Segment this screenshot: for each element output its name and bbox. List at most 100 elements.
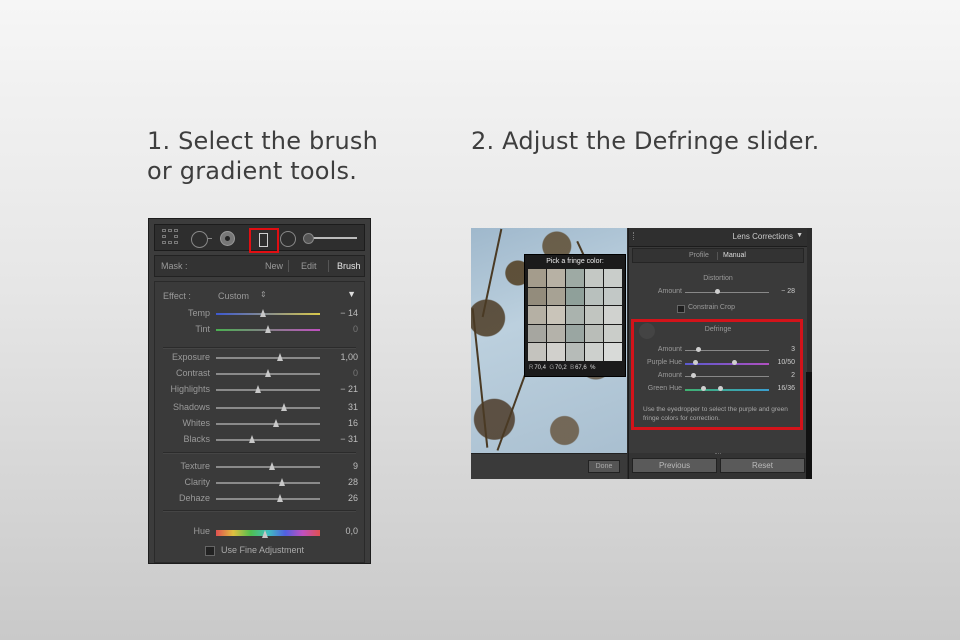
slider-track[interactable]: [216, 389, 320, 391]
slider-track[interactable]: [216, 530, 320, 536]
mask-new-button[interactable]: New: [265, 261, 283, 271]
slider-temp[interactable]: Temp − 14: [155, 308, 364, 320]
slider-track[interactable]: [216, 482, 320, 484]
color-swatch[interactable]: [566, 269, 584, 287]
slider-texture[interactable]: Texture 9: [155, 461, 364, 473]
defringe-amount-slider[interactable]: Amount 3: [629, 346, 807, 356]
color-swatch[interactable]: [547, 324, 565, 343]
color-swatch[interactable]: [547, 343, 565, 361]
previous-button[interactable]: Previous: [632, 458, 717, 473]
slider-knob[interactable]: [714, 289, 720, 294]
slider-value[interactable]: 3: [791, 346, 795, 353]
color-swatch[interactable]: [566, 287, 584, 306]
color-swatch[interactable]: [585, 324, 603, 343]
color-swatch[interactable]: [585, 287, 603, 306]
slider-knob[interactable]: [261, 530, 268, 538]
slider-value[interactable]: 16/36: [777, 385, 795, 392]
distortion-amount-slider[interactable]: Amount − 28: [629, 288, 807, 298]
spot-removal-icon[interactable]: [191, 231, 208, 248]
collapse-triangle-icon[interactable]: ▼: [347, 289, 356, 299]
slider-track[interactable]: [685, 389, 769, 391]
drag-handle-icon[interactable]: [633, 232, 637, 240]
red-eye-icon[interactable]: [220, 231, 235, 246]
color-swatch[interactable]: [528, 343, 546, 361]
slider-value[interactable]: 31: [348, 402, 358, 412]
slider-knob[interactable]: [259, 309, 266, 317]
slider-dehaze[interactable]: Dehaze 26: [155, 493, 364, 505]
color-swatch[interactable]: [604, 269, 622, 287]
slider-track[interactable]: [216, 439, 320, 441]
tab-manual[interactable]: Manual: [723, 252, 746, 259]
color-swatch[interactable]: [566, 306, 584, 324]
slider-contrast[interactable]: Contrast 0: [155, 368, 364, 380]
color-swatch[interactable]: [547, 306, 565, 324]
slider-knob[interactable]: [731, 360, 737, 365]
done-button[interactable]: Done: [588, 460, 620, 473]
slider-value[interactable]: 16: [348, 418, 358, 428]
color-swatch[interactable]: [566, 324, 584, 343]
effect-select[interactable]: Custom: [218, 291, 249, 301]
slider-whites[interactable]: Whites 16: [155, 418, 364, 430]
slider-knob[interactable]: [249, 435, 256, 443]
slider-highlights[interactable]: Highlights − 21: [155, 384, 364, 396]
slider-knob[interactable]: [265, 369, 271, 377]
swatch-grid[interactable]: [528, 269, 622, 361]
brush-tool-icon[interactable]: [249, 228, 279, 253]
color-swatch[interactable]: [604, 306, 622, 324]
color-swatch[interactable]: [528, 269, 546, 287]
slider-knob[interactable]: [265, 325, 271, 333]
defringe-amount-slider[interactable]: Amount 2: [629, 372, 807, 382]
slider-hue[interactable]: Hue 0,0: [155, 526, 364, 538]
color-swatch[interactable]: [604, 343, 622, 361]
constrain-crop-checkbox[interactable]: [677, 305, 685, 313]
slider-track[interactable]: [216, 407, 320, 409]
color-swatch[interactable]: [528, 306, 546, 324]
slider-knob[interactable]: [273, 419, 280, 427]
scrollbar[interactable]: [806, 372, 812, 479]
slider-value[interactable]: 0: [353, 368, 358, 378]
defringe-green-hue-slider[interactable]: Green Hue 16/36: [629, 385, 807, 395]
slider-knob[interactable]: [278, 478, 285, 486]
tool-slider-icon[interactable]: [303, 233, 359, 244]
slider-knob[interactable]: [280, 403, 287, 411]
slider-track[interactable]: [216, 357, 320, 359]
slider-value[interactable]: − 28: [781, 288, 795, 295]
color-swatch[interactable]: [585, 269, 603, 287]
slider-value[interactable]: 28: [348, 477, 358, 487]
tab-profile[interactable]: Profile: [689, 252, 709, 259]
slider-track[interactable]: [216, 423, 320, 425]
color-swatch[interactable]: [528, 287, 546, 306]
slider-exposure[interactable]: Exposure 1,00: [155, 352, 364, 364]
slider-shadows[interactable]: Shadows 31: [155, 402, 364, 414]
reset-button[interactable]: Reset: [720, 458, 805, 473]
color-swatch[interactable]: [585, 343, 603, 361]
grid-tool-icon[interactable]: [162, 229, 180, 245]
slider-knob[interactable]: [691, 373, 697, 378]
color-swatch[interactable]: [566, 343, 584, 361]
slider-blacks[interactable]: Blacks − 31: [155, 434, 364, 446]
slider-value[interactable]: 1,00: [340, 352, 358, 362]
slider-clarity[interactable]: Clarity 28: [155, 477, 364, 489]
mask-edit-button[interactable]: Edit: [301, 261, 317, 271]
radial-filter-icon[interactable]: [280, 231, 296, 247]
slider-value[interactable]: 2: [791, 372, 795, 379]
slider-track[interactable]: [216, 498, 320, 500]
fine-adjustment-checkbox[interactable]: [205, 546, 215, 556]
slider-track[interactable]: [216, 313, 320, 315]
slider-value[interactable]: 26: [348, 493, 358, 503]
slider-knob[interactable]: [277, 353, 284, 361]
defringe-purple-hue-slider[interactable]: Purple Hue 10/50: [629, 359, 807, 369]
mask-brush-button[interactable]: Brush: [337, 261, 361, 271]
color-swatch[interactable]: [585, 306, 603, 324]
slider-track[interactable]: [685, 376, 769, 377]
slider-knob[interactable]: [277, 494, 284, 502]
color-swatch[interactable]: [547, 287, 565, 306]
slider-value[interactable]: − 21: [340, 384, 358, 394]
slider-knob[interactable]: [695, 347, 701, 352]
color-swatch[interactable]: [604, 324, 622, 343]
collapse-triangle-icon[interactable]: ▼: [796, 232, 803, 239]
slider-track[interactable]: [216, 466, 320, 468]
color-swatch[interactable]: [547, 269, 565, 287]
slider-value[interactable]: − 14: [340, 308, 358, 318]
slider-knob[interactable]: [269, 462, 276, 470]
